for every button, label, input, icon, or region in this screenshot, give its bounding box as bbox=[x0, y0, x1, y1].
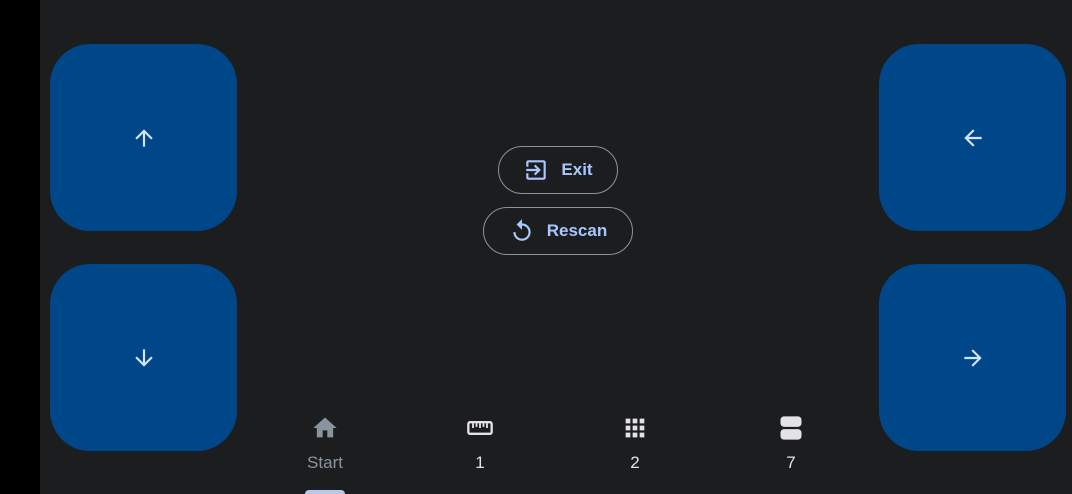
exit-label: Exit bbox=[561, 160, 593, 179]
left-button[interactable] bbox=[879, 44, 1066, 231]
rescan-button[interactable]: Rescan bbox=[483, 207, 633, 255]
down-button[interactable] bbox=[50, 264, 237, 451]
nav-item-label: 7 bbox=[786, 453, 796, 472]
nav-item-label: 1 bbox=[475, 453, 485, 472]
home-icon bbox=[313, 417, 337, 438]
ruler-icon bbox=[467, 421, 493, 435]
nav-item-2[interactable]: 2 bbox=[585, 405, 685, 494]
rescan-icon bbox=[513, 219, 531, 241]
grid-icon bbox=[625, 418, 645, 438]
arrow-down-icon bbox=[134, 348, 153, 367]
rows-icon bbox=[780, 416, 802, 440]
exit-button[interactable]: Exit bbox=[498, 146, 618, 194]
rescan-label: Rescan bbox=[546, 221, 608, 240]
up-button[interactable] bbox=[50, 44, 237, 231]
nav-item-label: 2 bbox=[630, 453, 640, 472]
nav-item-label: Start bbox=[307, 453, 343, 472]
nav-item-1[interactable]: 1 bbox=[430, 405, 530, 494]
arrow-up-icon bbox=[134, 128, 153, 147]
arrow-right-icon bbox=[963, 348, 982, 367]
arrow-left-icon bbox=[963, 128, 982, 147]
active-indicator bbox=[305, 490, 345, 494]
nav-item-7[interactable]: 7 bbox=[741, 405, 841, 494]
app-screen: Exit Rescan Start 1 2 7 bbox=[40, 0, 1072, 494]
exit-icon bbox=[526, 160, 547, 180]
nav-item-start[interactable]: Start bbox=[275, 405, 375, 494]
right-button[interactable] bbox=[879, 264, 1066, 451]
